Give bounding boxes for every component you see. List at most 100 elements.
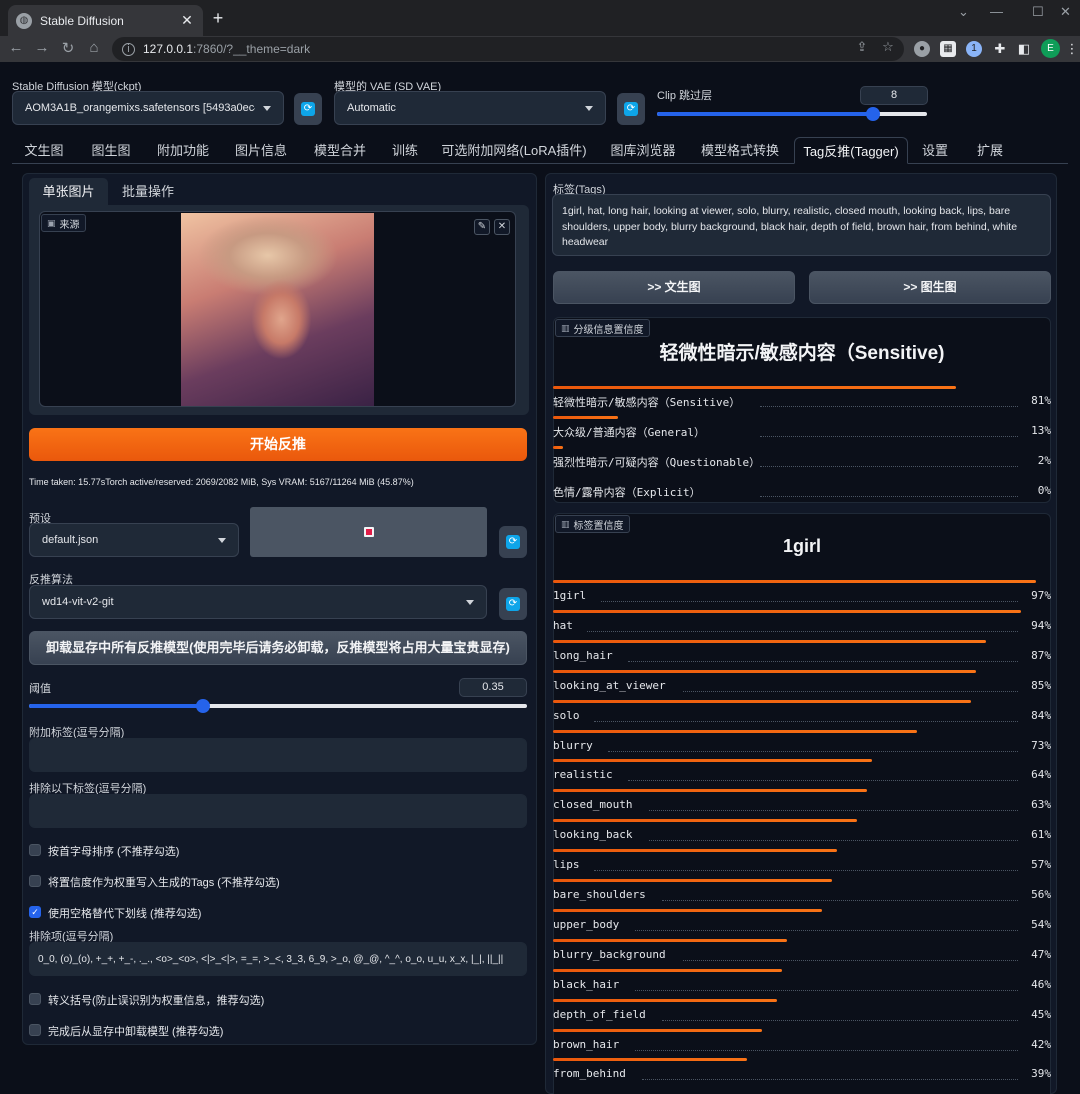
tag-percent: 47% — [1031, 947, 1051, 961]
tab-10[interactable]: 设置 — [910, 137, 960, 164]
vae-select[interactable]: Automatic — [334, 91, 606, 125]
rating-chip-label: 分级信息置信度 — [573, 324, 644, 336]
new-tab-icon[interactable]: + — [208, 8, 228, 29]
tag-dotted-line — [635, 1049, 1018, 1051]
tab-3[interactable]: 图片信息 — [223, 137, 299, 164]
tab-5[interactable]: 训练 — [382, 137, 428, 164]
save-preset-button[interactable] — [250, 507, 487, 557]
close-window-icon[interactable]: ✕ — [1060, 4, 1071, 20]
unload-models-button[interactable]: 卸载显存中所有反推模型(使用完毕后请务必卸载，反推模型将占用大量宝贵显存) — [29, 631, 527, 665]
tag-bar — [553, 580, 1037, 583]
rating-bar — [553, 416, 618, 419]
tag-label: looking_at_viewer — [553, 678, 666, 692]
share-icon[interactable]: ⇪ — [852, 39, 872, 55]
puzzle-icon[interactable]: ✚ — [992, 41, 1008, 57]
space-underscore-checkbox[interactable]: ✓ — [29, 906, 41, 918]
tag-bar — [553, 759, 872, 763]
vae-refresh-button[interactable]: ⟳ — [617, 93, 645, 125]
refresh-icon: ⟳ — [506, 535, 520, 549]
tag-dotted-line — [648, 810, 1018, 812]
sort-alpha-checkbox[interactable] — [29, 844, 41, 856]
additional-tags-input[interactable] — [29, 738, 527, 772]
ckpt-select[interactable]: AOM3A1B_orangemixs.safetensors [5493a0ec… — [12, 91, 284, 125]
unload-after-checkbox[interactable] — [29, 1024, 41, 1036]
tag-percent: 64% — [1031, 768, 1051, 782]
threshold-number-input[interactable]: 0.35 — [459, 678, 527, 697]
profile-avatar[interactable]: E — [1041, 39, 1060, 58]
sidepanel-icon[interactable]: ◧ — [1016, 41, 1032, 57]
clip-slider[interactable] — [657, 107, 927, 121]
tag-bar — [553, 609, 1022, 613]
preset-refresh-button[interactable]: ⟳ — [499, 526, 527, 558]
reload-icon[interactable]: ↻ — [58, 39, 78, 57]
tag-label: depth_of_field — [553, 1007, 646, 1021]
tag-label: lips — [553, 858, 580, 872]
tag-bar — [553, 699, 972, 703]
edit-icon[interactable]: ✎ — [474, 219, 490, 235]
send-to-txt2img-button[interactable]: >> 文生图 — [553, 271, 795, 304]
send-to-img2img-button[interactable]: >> 图生图 — [809, 271, 1051, 304]
rating-label: 大众级/普通内容（General） — [553, 426, 705, 439]
threshold-slider[interactable] — [29, 699, 527, 713]
space-underscore-label: 使用空格替代下划线 (推荐勾选) — [48, 908, 202, 920]
tab-batch[interactable]: 批量操作 — [112, 178, 184, 206]
extension-badge-icon[interactable]: ● — [914, 41, 930, 57]
tab-9[interactable]: Tag反推(Tagger) — [794, 137, 908, 164]
algo-refresh-button[interactable]: ⟳ — [499, 588, 527, 620]
escape-input[interactable]: 0_0, (o)_(o), +_+, +_-, ._., <o>_<o>, <|… — [29, 942, 527, 976]
close-icon[interactable]: ✕ — [494, 219, 510, 235]
weight-confidence-label: 将置信度作为权重写入生成的Tags (不推荐勾选) — [48, 877, 280, 889]
info-icon[interactable]: i — [122, 42, 135, 56]
tab-single-image[interactable]: 单张图片 — [29, 178, 108, 206]
tag-dotted-line — [594, 720, 1018, 722]
algo-value: wd14-vit-v2-git — [42, 596, 114, 608]
minimize-icon[interactable]: — — [990, 4, 1003, 19]
tab-8[interactable]: 模型格式转换 — [690, 137, 790, 164]
escape-brackets-checkbox[interactable] — [29, 993, 41, 1005]
chevron-down-icon[interactable]: ⌄ — [958, 4, 969, 20]
tag-dotted-line — [594, 870, 1018, 872]
ckpt-value: AOM3A1B_orangemixs.safetensors [5493a0ec… — [25, 102, 255, 114]
address-bar[interactable]: i 127.0.0.1 :7860/?__theme=dark — [112, 37, 904, 61]
weight-confidence-checkbox[interactable] — [29, 875, 41, 887]
refresh-icon: ⟳ — [301, 102, 315, 116]
tag-label: black_hair — [553, 977, 620, 991]
tab-2[interactable]: 附加功能 — [145, 137, 221, 164]
tag-label: 1girl — [553, 589, 587, 602]
algo-select[interactable]: wd14-vit-v2-git — [29, 585, 487, 619]
tag-percent: 97% — [1031, 589, 1051, 602]
tab-4[interactable]: 模型合并 — [302, 137, 378, 164]
preset-select[interactable]: default.json — [29, 523, 239, 557]
interrogate-button[interactable]: 开始反推 — [29, 428, 527, 461]
ckpt-refresh-button[interactable]: ⟳ — [294, 93, 322, 125]
url-host: 127.0.0.1 — [143, 42, 194, 56]
close-tab-icon[interactable]: ✕ — [179, 12, 195, 29]
tag-bar — [553, 849, 837, 853]
tab-1[interactable]: 图生图 — [79, 137, 143, 164]
exclude-tags-input[interactable] — [29, 794, 527, 828]
qr-extension-icon[interactable]: ▦ — [940, 41, 956, 57]
menu-icon[interactable]: ⋮ — [1064, 41, 1080, 57]
maximize-icon[interactable]: ☐ — [1032, 4, 1044, 20]
forward-icon[interactable]: → — [32, 39, 52, 56]
home-icon[interactable]: ⌂ — [84, 39, 104, 56]
rating-title: 轻微性暗示/敏感内容（Sensitive) — [659, 343, 945, 364]
tag-percent: 85% — [1031, 678, 1051, 692]
tab-6[interactable]: 可选附加网络(LoRA插件) — [432, 137, 596, 164]
clip-slider-handle[interactable] — [866, 107, 880, 121]
password-extension-icon[interactable]: 1 — [966, 41, 982, 57]
browser-tab[interactable]: ◍ Stable Diffusion ✕ — [8, 5, 203, 36]
tab-0[interactable]: 文生图 — [12, 137, 76, 164]
rating-dotted-line — [760, 436, 1018, 437]
clip-number-input[interactable]: 8 — [860, 86, 928, 105]
tag-label: upper_body — [553, 917, 620, 931]
tab-7[interactable]: 图库浏览器 — [599, 137, 687, 164]
star-icon[interactable]: ☆ — [878, 39, 898, 55]
tags-output[interactable]: 1girl, hat, long hair, looking at viewer… — [552, 194, 1051, 256]
tag-bar — [553, 819, 857, 823]
back-icon[interactable]: ← — [6, 39, 26, 56]
tag-bar — [553, 938, 788, 942]
tag-dotted-line — [682, 959, 1018, 961]
caret-down-icon — [585, 105, 593, 111]
tab-11[interactable]: 扩展 — [962, 137, 1018, 164]
